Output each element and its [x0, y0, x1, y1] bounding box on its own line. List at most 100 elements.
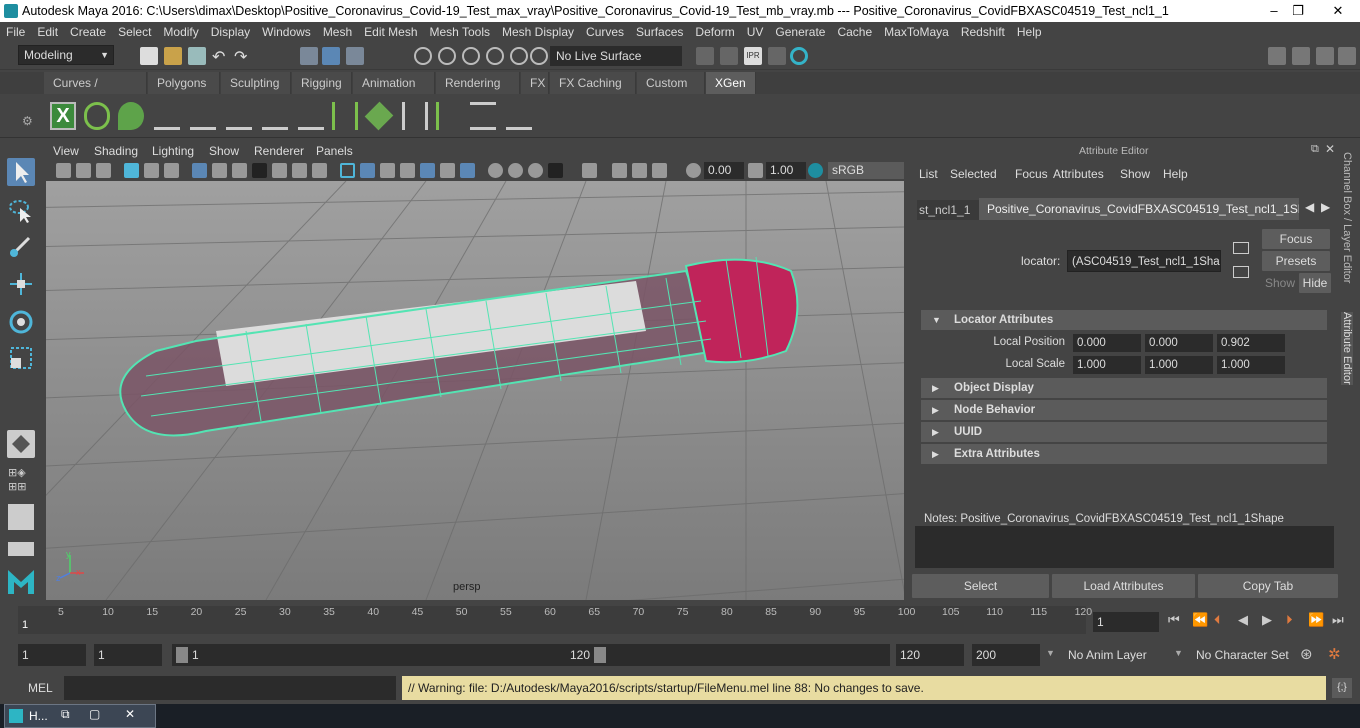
local-position-y-field[interactable]: 0.000 [1145, 334, 1213, 352]
graph-editor-layout-icon[interactable] [8, 542, 34, 556]
select-by-component-icon[interactable] [346, 47, 364, 65]
hide-button[interactable]: Hide [1299, 273, 1331, 293]
xray-joints-icon[interactable] [632, 163, 647, 178]
lasso-tool-icon[interactable] [7, 196, 35, 224]
xgen-normalize-icon[interactable] [470, 102, 496, 130]
shelf-tab-custom[interactable]: Custom [637, 72, 705, 94]
image-plane-icon[interactable] [124, 163, 139, 178]
range-bar[interactable]: 1 120 [172, 644, 890, 666]
shelf-tab-rigging[interactable]: Rigging [292, 72, 352, 94]
xgen-plane-icon[interactable] [364, 101, 394, 131]
focus-button[interactable]: Focus [1262, 229, 1330, 249]
play-forward-icon[interactable]: ▶ [1262, 612, 1272, 628]
menu-maxtomaya[interactable]: MaxToMaya [878, 22, 955, 42]
output-connection-icon[interactable] [1233, 266, 1249, 278]
xgen-guide-length-icon[interactable] [332, 102, 358, 130]
hypershade-icon[interactable] [790, 47, 808, 65]
wireframe-on-shaded-icon[interactable] [400, 163, 415, 178]
shelf-tab-curves-surfaces[interactable]: Curves / Surfaces [44, 72, 147, 112]
section-object-display[interactable]: ▶ Object Display [921, 378, 1327, 398]
menu-create[interactable]: Create [64, 22, 112, 42]
panel-menu-panels[interactable]: Panels [316, 142, 353, 161]
show-button[interactable]: Show [1265, 276, 1295, 290]
script-editor-icon[interactable]: {;} [1332, 678, 1352, 698]
open-scene-icon[interactable] [164, 47, 182, 65]
section-extra-attributes[interactable]: ▶ Extra Attributes [921, 444, 1327, 464]
shelf-tab-sculpting[interactable]: Sculpting [221, 72, 291, 94]
field-chart-icon[interactable] [272, 163, 287, 178]
xgen-add-guide-icon[interactable] [226, 102, 252, 130]
local-position-x-field[interactable]: 0.000 [1073, 334, 1141, 352]
live-surface-field[interactable]: No Live Surface [550, 46, 682, 66]
bookmark-icon[interactable] [96, 163, 111, 178]
gamma-field[interactable]: 1.00 [766, 162, 806, 179]
animation-start-field[interactable]: 1 [18, 644, 86, 666]
range-handle-end[interactable] [594, 647, 606, 663]
default-material-icon[interactable] [380, 163, 395, 178]
shelf-tab-xgen[interactable]: XGen [706, 72, 756, 94]
new-scene-icon[interactable] [140, 47, 158, 65]
menu-mesh-display[interactable]: Mesh Display [496, 22, 580, 42]
local-scale-y-field[interactable]: 1.000 [1145, 356, 1213, 374]
colorspace-dropdown[interactable]: sRGB gamma [828, 162, 904, 194]
xray-icon[interactable] [612, 163, 627, 178]
grid-toggle-icon[interactable] [192, 163, 207, 178]
menu-edit[interactable]: Edit [31, 22, 64, 42]
menu-uv[interactable]: UV [741, 22, 770, 42]
section-node-behavior[interactable]: ▶ Node Behavior [921, 400, 1327, 420]
step-forward-icon[interactable]: ⏩ [1308, 612, 1324, 628]
chevron-down-icon[interactable]: ▼ [1174, 648, 1183, 658]
perspective-viewport[interactable]: y x z persp [46, 181, 904, 600]
rotate-tool-icon[interactable] [7, 308, 35, 336]
attribute-editor-side-tab[interactable]: Attribute Editor [1341, 312, 1353, 385]
panel-menu-renderer[interactable]: Renderer [254, 142, 304, 161]
snap-curve-icon[interactable] [438, 47, 456, 65]
two-d-pan-zoom-icon[interactable] [144, 163, 159, 178]
panel-menu-view[interactable]: View [53, 142, 79, 161]
anim-layer-dropdown[interactable]: No Anim Layer [1062, 644, 1162, 666]
next-key-icon[interactable]: ⏵ [1286, 612, 1293, 628]
render-current-frame-icon[interactable] [720, 47, 738, 65]
gear-icon[interactable]: ⚙ [22, 114, 33, 128]
use-all-lights-icon[interactable] [440, 163, 455, 178]
wireframe-icon[interactable] [340, 163, 355, 178]
screen-space-ao-icon[interactable] [488, 163, 503, 178]
modeling-toolkit-icon[interactable] [1292, 47, 1310, 65]
ipr-render-icon[interactable]: IPR [744, 47, 762, 65]
tab-scroll-right-icon[interactable]: ▶ [1321, 200, 1330, 214]
snap-point-icon[interactable] [462, 47, 480, 65]
local-scale-z-field[interactable]: 1.000 [1217, 356, 1285, 374]
float-panel-icon[interactable]: ⧉ [1311, 143, 1319, 156]
ae-menu-help[interactable]: Help [1163, 166, 1188, 182]
presets-button[interactable]: Presets [1262, 251, 1330, 271]
select-by-hierarchy-icon[interactable] [300, 47, 318, 65]
textured-icon[interactable] [420, 163, 435, 178]
menu-redshift[interactable]: Redshift [955, 22, 1011, 42]
snap-surface-icon[interactable] [510, 47, 528, 65]
input-connection-icon[interactable] [1233, 242, 1249, 254]
save-scene-icon[interactable] [188, 47, 206, 65]
shelf-tab-animation[interactable]: Animation [353, 72, 435, 94]
menu-modify[interactable]: Modify [157, 22, 204, 42]
copy-tab-button[interactable]: Copy Tab [1198, 574, 1338, 598]
ae-menu-focus[interactable]: Focus [1015, 166, 1048, 182]
channel-box-side-tab[interactable]: Channel Box / Layer Editor [1341, 152, 1353, 283]
xgen-delete-guide-icon[interactable] [506, 102, 532, 130]
local-scale-x-field[interactable]: 1.000 [1073, 356, 1141, 374]
maya-home-icon[interactable] [6, 566, 36, 596]
safe-title-icon[interactable] [312, 163, 327, 178]
xgen-sculpt-icon[interactable] [402, 102, 428, 130]
animation-end-field[interactable]: 200 [972, 644, 1040, 666]
scale-tool-icon[interactable] [7, 344, 35, 372]
xgen-editor-icon[interactable]: X [50, 102, 76, 130]
load-attributes-button[interactable]: Load Attributes [1052, 574, 1195, 598]
four-view-layout-icon[interactable]: ⊞◈ ⊞⊞ [8, 466, 34, 496]
tab-scroll-left-icon[interactable]: ◀ [1305, 200, 1314, 214]
menu-mesh-tools[interactable]: Mesh Tools [424, 22, 496, 42]
previous-key-icon[interactable]: ⏴ [1214, 612, 1221, 628]
close-button[interactable]: ✕ [1326, 0, 1350, 22]
safe-action-icon[interactable] [292, 163, 307, 178]
local-position-z-field[interactable]: 0.902 [1217, 334, 1285, 352]
menu-select[interactable]: Select [112, 22, 157, 42]
script-language-label[interactable]: MEL [28, 681, 53, 695]
